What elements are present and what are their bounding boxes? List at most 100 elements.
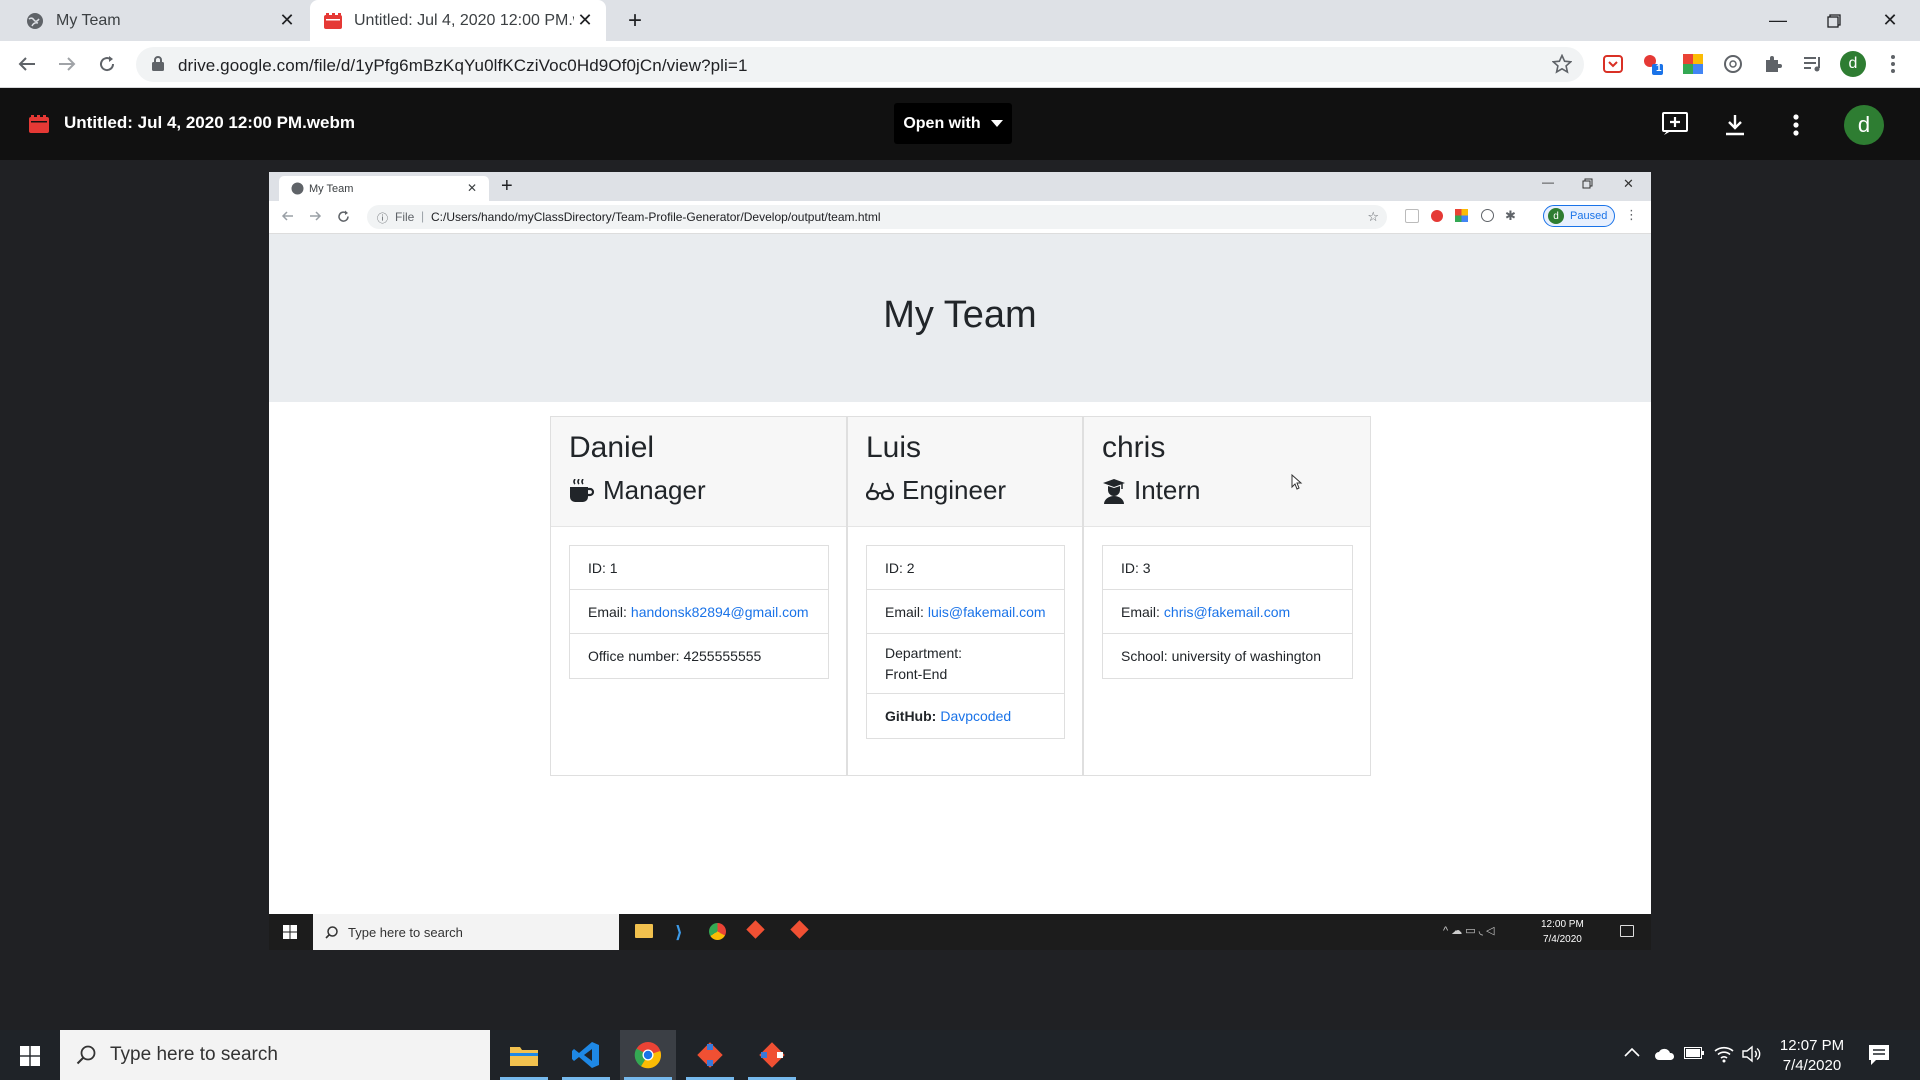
battery-icon[interactable]	[1684, 1047, 1704, 1059]
role-label: Intern	[1134, 475, 1201, 505]
git-icon	[746, 920, 765, 939]
more-options-icon[interactable]	[1793, 114, 1799, 136]
windows-taskbar: Type here to search 12:07 PM 7/4/2020	[0, 1030, 1920, 1080]
taskbar-search-box[interactable]: Type here to search	[60, 1030, 490, 1080]
reload-icon[interactable]	[92, 49, 122, 79]
vscode-icon: ⟩	[675, 923, 683, 942]
action-center-icon[interactable]	[1868, 1044, 1890, 1066]
mouse-cursor-icon	[1291, 474, 1303, 490]
system-tray-icons: ^ ☁ ▭ ◟ ◁	[1443, 925, 1495, 937]
inner-tab-my-team: My Team ✕	[279, 176, 489, 201]
media-queue-icon[interactable]	[1798, 49, 1828, 79]
email-link[interactable]: handonsk82894@gmail.com	[631, 604, 809, 620]
list-item-office: Office number: 4255555555	[570, 634, 828, 678]
extension-badge-icon[interactable]: 1	[1638, 49, 1668, 79]
open-with-button[interactable]: Open with	[894, 103, 1012, 144]
close-tab-icon[interactable]: ✕	[574, 10, 596, 32]
email-link[interactable]: chris@fakemail.com	[1164, 604, 1290, 620]
github-link[interactable]: Davpcoded	[940, 708, 1011, 724]
vscode-button[interactable]	[558, 1030, 614, 1080]
email-label: Email:	[588, 603, 627, 620]
chrome-button[interactable]	[620, 1030, 676, 1080]
windows-start-icon[interactable]	[20, 1046, 40, 1066]
video-frame[interactable]: My Team ✕ + — ✕ ⓘ File | C:/Users/hando/…	[269, 172, 1651, 950]
puzzle-extensions-icon: ✱	[1505, 208, 1516, 223]
url-scheme: File	[395, 210, 415, 224]
reload-icon	[337, 210, 350, 223]
id-text: ID: 3	[1121, 559, 1151, 576]
file-explorer-button[interactable]	[496, 1030, 552, 1080]
git-icon	[790, 920, 809, 939]
minimize-icon[interactable]: —	[1750, 0, 1806, 41]
id-text: ID: 1	[588, 559, 618, 576]
close-window-icon: ✕	[1623, 176, 1634, 191]
department-label: Department:	[885, 644, 963, 661]
close-window-icon[interactable]: ✕	[1862, 0, 1918, 41]
graduate-icon	[1102, 478, 1126, 504]
address-bar[interactable]: drive.google.com/file/d/1yPfg6mBzKqYu0lf…	[136, 47, 1584, 82]
volume-icon[interactable]	[1742, 1045, 1762, 1063]
search-placeholder: Type here to search	[348, 924, 463, 940]
open-with-label: Open with	[903, 114, 981, 132]
profile-avatar[interactable]: d	[1838, 49, 1868, 79]
bookmark-star-icon: ☆	[1367, 209, 1379, 224]
search-icon	[76, 1045, 96, 1065]
github-label: GitHub:	[885, 708, 937, 724]
download-icon[interactable]	[1724, 114, 1746, 136]
close-tab-icon: ✕	[467, 181, 478, 195]
tab-my-team[interactable]: My Team ✕	[10, 0, 308, 41]
show-hidden-icons-chevron-icon[interactable]	[1624, 1047, 1640, 1057]
clock-date: 7/4/2020	[1782, 1057, 1842, 1074]
employee-card-manager: Daniel Manager ID: 1 Email: handonsk8289…	[550, 416, 847, 776]
git-gui-button[interactable]	[682, 1030, 738, 1080]
card-header: Luis Engineer	[848, 417, 1082, 527]
inner-url-text: C:/Users/hando/myClassDirectory/Team-Pro…	[431, 210, 881, 224]
forward-arrow-icon[interactable]	[52, 49, 82, 79]
windows-start-icon	[283, 925, 297, 939]
new-tab-button[interactable]: +	[620, 7, 650, 34]
list-item-id: ID: 1	[570, 546, 828, 590]
file-explorer-icon	[635, 924, 653, 938]
extension-badge-count: 1	[1656, 63, 1662, 74]
search-icon	[325, 925, 338, 939]
circle-extension-icon[interactable]	[1718, 49, 1748, 79]
onedrive-cloud-icon[interactable]	[1654, 1047, 1676, 1061]
profile-avatar: d	[1548, 208, 1564, 224]
chrome-icon	[709, 923, 726, 940]
office-number-text: Office number: 4255555555	[588, 648, 762, 664]
employee-card-engineer: Luis Engineer ID: 2 Email: luis@fakemail…	[847, 416, 1083, 776]
employee-card-intern: chris Intern ID: 3 Email: chris@fakemail…	[1083, 416, 1371, 776]
email-label: Email:	[885, 603, 924, 620]
bookmark-star-icon[interactable]	[1552, 54, 1572, 74]
taskbar-clock[interactable]: 12:07 PM 7/4/2020	[1762, 1036, 1862, 1076]
git-icon	[758, 1041, 786, 1069]
glasses-icon	[866, 481, 894, 501]
restore-icon[interactable]	[1806, 0, 1862, 41]
add-comment-icon[interactable]	[1662, 112, 1688, 136]
back-arrow-icon[interactable]	[12, 49, 42, 79]
email-link[interactable]: luis@fakemail.com	[928, 604, 1046, 620]
account-avatar[interactable]: d	[1844, 105, 1884, 145]
employee-role: Manager	[569, 475, 706, 506]
inner-address-bar: ⓘ File | C:/Users/hando/myClassDirectory…	[367, 205, 1387, 229]
tab-drive-video[interactable]: Untitled: Jul 4, 2020 12:00 PM.we ✕	[310, 0, 606, 41]
close-tab-icon[interactable]: ✕	[276, 10, 298, 32]
paused-label: Paused	[1570, 210, 1608, 222]
tab-title: Untitled: Jul 4, 2020 12:00 PM.we	[354, 11, 574, 29]
color-grid-extension-icon[interactable]	[1678, 49, 1708, 79]
department-value: Front-End	[885, 665, 948, 682]
pocket-extension-icon[interactable]	[1598, 49, 1628, 79]
chrome-menu-icon[interactable]	[1878, 49, 1908, 79]
info-icon: ⓘ	[377, 213, 388, 225]
globe-icon	[291, 182, 304, 195]
list-item-department: Department: Front-End	[867, 634, 1064, 694]
browser-tab-strip: My Team ✕ Untitled: Jul 4, 2020 12:00 PM…	[0, 0, 1920, 41]
employee-name: Luis	[866, 431, 922, 464]
puzzle-extensions-icon[interactable]	[1758, 49, 1788, 79]
employee-name: chris	[1102, 431, 1166, 464]
inner-taskbar: Type here to search ⟩ ^ ☁ ▭ ◟ ◁ 12:00 PM…	[269, 914, 1651, 950]
caret-down-icon	[990, 119, 1003, 128]
git-bash-button[interactable]	[744, 1030, 800, 1080]
list-item-email: Email: handonsk82894@gmail.com	[570, 590, 828, 634]
wifi-icon[interactable]	[1714, 1045, 1734, 1063]
